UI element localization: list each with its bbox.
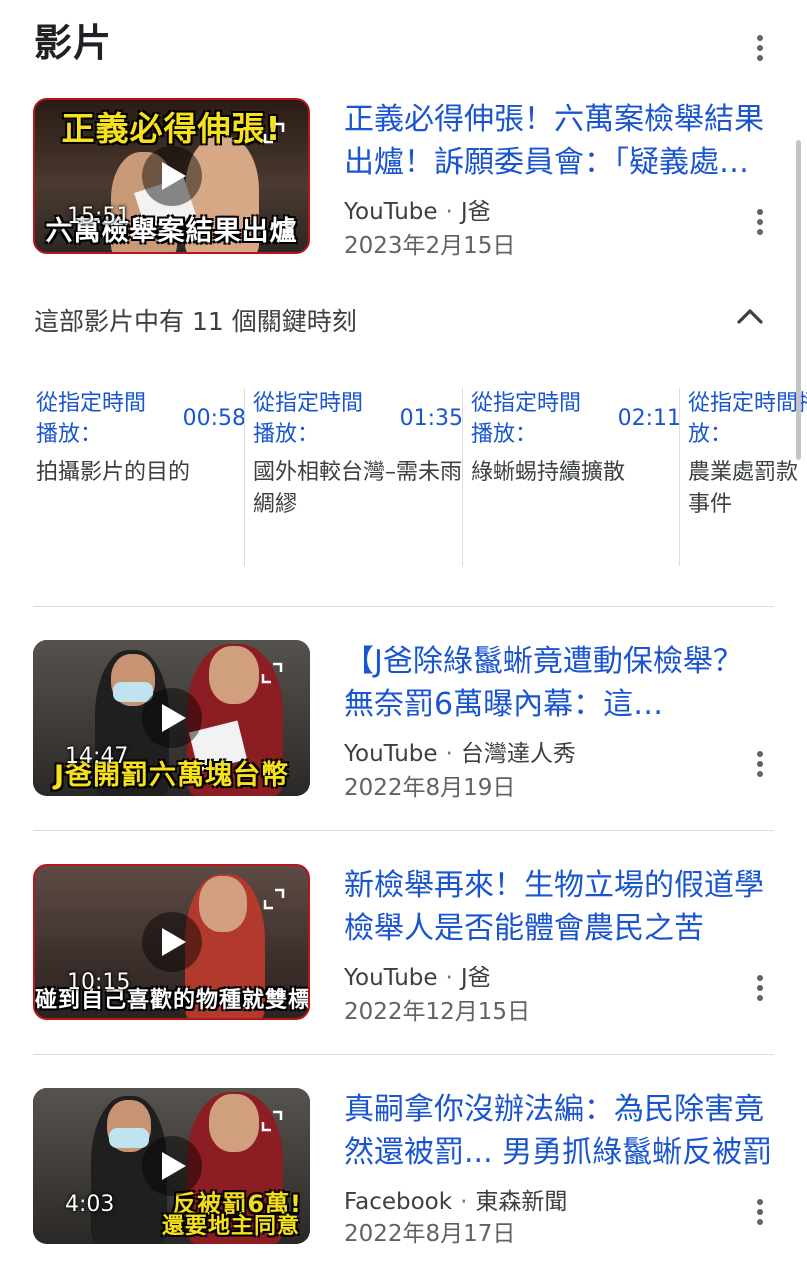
- video-source: YouTube · J爸: [344, 965, 491, 991]
- expand-icon: [261, 662, 283, 684]
- video-thumbnail[interactable]: 正義必得伸張! 六萬檢舉案結果出爐 15:51: [33, 98, 310, 254]
- source-name: YouTube: [344, 741, 438, 767]
- key-moment-1[interactable]: 從指定時間播放： 00:58 拍攝影片的目的: [36, 388, 246, 489]
- video-date: 2022年8月17日: [344, 1221, 516, 1247]
- more-options-icon[interactable]: [748, 206, 772, 238]
- divider: [33, 830, 774, 831]
- moment-from-label: 從指定時間播放：: [253, 391, 364, 447]
- key-moment-4[interactable]: 從指定時間播放： 農業處罰款事件: [688, 388, 807, 521]
- page-title: 影片: [34, 21, 113, 65]
- play-icon: [141, 912, 202, 972]
- video-duration: 14:47: [65, 744, 129, 769]
- section-more-icon[interactable]: [748, 32, 772, 64]
- moment-from-label: 從指定時間播放：: [471, 391, 582, 447]
- channel-name: 東森新聞: [475, 1189, 568, 1215]
- video-title[interactable]: 正義必得伸張！六萬案檢舉結果出爐！訴願委員會：「疑義處分撤銷」: [344, 98, 774, 184]
- video-duration: 4:03: [65, 1192, 115, 1217]
- play-icon: [141, 688, 202, 748]
- video-source: Facebook · 東森新聞: [344, 1189, 568, 1215]
- video-duration: 10:15: [67, 970, 131, 995]
- channel-name: J爸: [460, 965, 491, 991]
- source-name: YouTube: [344, 965, 438, 991]
- chevron-up-icon[interactable]: [736, 304, 764, 328]
- video-date: 2022年12月15日: [344, 999, 531, 1025]
- moment-description: 拍攝影片的目的: [36, 460, 191, 485]
- play-icon: [141, 1136, 202, 1196]
- expand-icon: [263, 122, 285, 144]
- moment-divider: [462, 388, 463, 566]
- video-date: 2022年8月19日: [344, 775, 516, 801]
- more-options-icon[interactable]: [748, 1196, 772, 1228]
- moment-from-label: 從指定時間播放：: [36, 391, 147, 447]
- expand-icon: [263, 888, 285, 910]
- video-thumbnail[interactable]: J爸開罰六萬塊台幣 14:47: [33, 640, 310, 796]
- moment-description: 綠蜥蜴持續擴散: [471, 460, 626, 485]
- expand-icon: [261, 1110, 283, 1132]
- moment-from-label: 從指定時間播放：: [688, 391, 807, 447]
- moment-time: 00:58: [182, 406, 246, 431]
- video-date: 2023年2月15日: [344, 233, 516, 259]
- moment-time: 02:11: [617, 406, 681, 431]
- moment-description: 國外相較台灣–需未雨綢繆: [253, 460, 463, 517]
- video-duration: 15:51: [67, 204, 131, 229]
- video-title[interactable]: 真嗣拿你沒辦法編：為民除害竟然還被罰... 男勇抓綠鬣蜥反被罰: [344, 1088, 774, 1174]
- video-thumbnail[interactable]: 反被罰6萬! 還要地主同意 4:03: [33, 1088, 310, 1244]
- key-moment-3[interactable]: 從指定時間播放： 02:11 綠蜥蜴持續擴散: [462, 388, 681, 566]
- channel-name: 台灣達人秀: [460, 741, 576, 767]
- video-source: YouTube · 台灣達人秀: [344, 741, 576, 767]
- moment-time: 01:35: [399, 406, 463, 431]
- divider: [33, 606, 774, 607]
- key-moments-header: 這部影片中有 11 個關鍵時刻: [34, 307, 357, 336]
- channel-name: J爸: [460, 199, 491, 225]
- video-source: YouTube · J爸: [344, 199, 491, 225]
- source-name: Facebook: [344, 1189, 453, 1215]
- moment-divider: [679, 388, 680, 566]
- moment-description: 農業處罰款事件: [688, 460, 799, 517]
- video-thumbnail[interactable]: 碰到自己喜歡的物種就雙標? 10:15: [33, 864, 310, 1020]
- moment-divider: [244, 388, 245, 566]
- video-title[interactable]: 新檢舉再來！生物立場的假道學檢舉人是否能體會農民之苦: [344, 864, 774, 950]
- more-options-icon[interactable]: [748, 748, 772, 780]
- source-name: YouTube: [344, 199, 438, 225]
- key-moment-2[interactable]: 從指定時間播放： 01:35 國外相較台灣–需未雨綢繆: [244, 388, 463, 566]
- scrollbar[interactable]: [796, 140, 801, 460]
- divider: [33, 1054, 774, 1055]
- play-icon: [141, 146, 202, 206]
- more-options-icon[interactable]: [748, 972, 772, 1004]
- video-title[interactable]: 【J爸除綠鬣蜥竟遭動保檢舉？ 無奈罰6萬曝內幕：這…: [344, 640, 774, 726]
